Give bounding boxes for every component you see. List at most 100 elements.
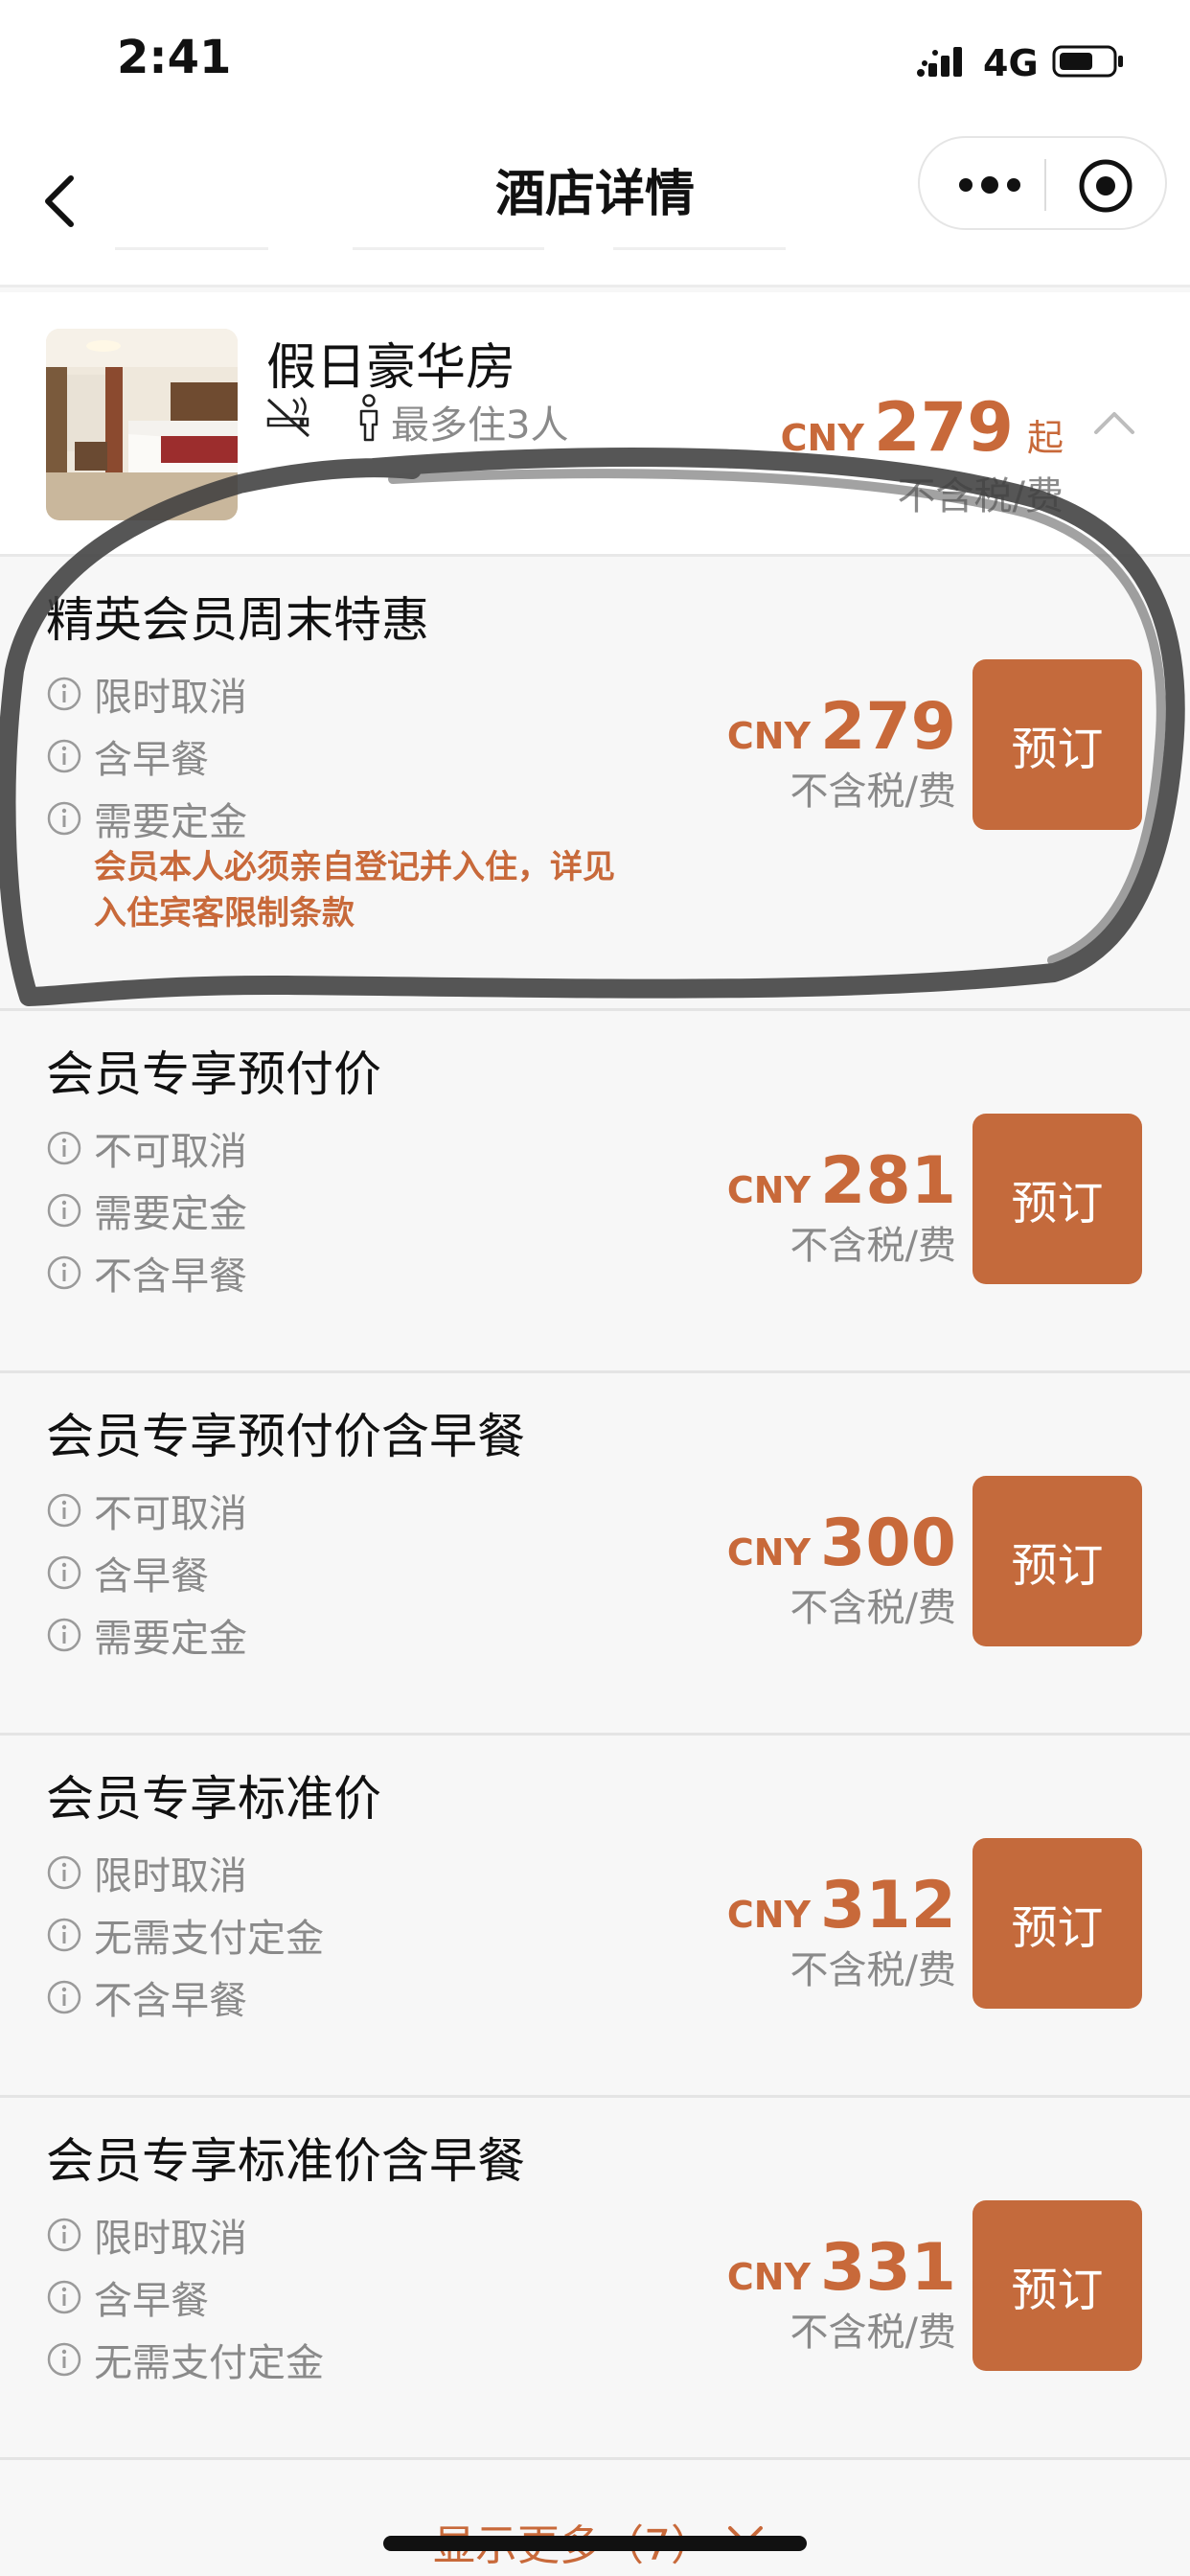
feature-item: 含早餐 xyxy=(46,2266,640,2328)
feature-item: 限时取消 xyxy=(46,2203,640,2266)
feature-text: 无需支付定金 xyxy=(94,2340,324,2385)
info-icon xyxy=(47,801,81,835)
feature-text: 不可取消 xyxy=(94,1129,247,1174)
rate-price: CNY 312 xyxy=(727,1868,956,1944)
book-button[interactable]: 预订 xyxy=(973,659,1142,830)
room-photo[interactable] xyxy=(46,329,238,520)
member-checkin-notice[interactable]: 会员本人必须亲自登记并入住，详见入住宾客限制条款 xyxy=(94,844,630,936)
info-icon xyxy=(47,1193,81,1227)
feature-item: 限时取消 xyxy=(46,1841,640,1903)
feature-item: 不可取消 xyxy=(46,1479,640,1541)
rate-features: 不可取消 含早餐 需要定金 xyxy=(46,1479,640,1666)
price-value: 331 xyxy=(820,2230,956,2306)
info-icon xyxy=(47,1255,81,1289)
feature-item: 不含早餐 xyxy=(46,1966,640,2028)
faded-tab-line xyxy=(353,247,544,250)
info-icon xyxy=(47,2280,81,2313)
info-icon xyxy=(47,1493,81,1527)
person-icon xyxy=(359,394,378,442)
currency-label: CNY xyxy=(726,1894,812,1936)
info-icon xyxy=(47,677,81,710)
book-button[interactable]: 预订 xyxy=(973,2200,1142,2371)
price-value: 312 xyxy=(820,1868,956,1944)
nav-bar: 酒店详情 xyxy=(0,126,1190,288)
feature-text: 限时取消 xyxy=(94,1853,247,1898)
rate-title: 会员专享标准价 xyxy=(46,1771,381,1827)
chevron-up-icon[interactable] xyxy=(1092,409,1136,436)
rate-features: 限时取消 无需支付定金 不含早餐 xyxy=(46,1841,640,2028)
rate-features: 限时取消 含早餐 无需支付定金 xyxy=(46,2203,640,2390)
rate-features: 不可取消 需要定金 不含早餐 xyxy=(46,1116,640,1303)
info-icon xyxy=(47,2342,81,2376)
info-icon xyxy=(47,1980,81,2013)
currency-label: CNY xyxy=(780,417,864,459)
info-icon xyxy=(47,1618,81,1651)
tax-note: 不含税/费 xyxy=(790,1948,956,1992)
capsule-divider xyxy=(1044,159,1046,211)
price-value: 300 xyxy=(820,1506,956,1581)
no-smoking-icon xyxy=(266,397,310,438)
price-suffix: 起 xyxy=(1026,417,1064,459)
feature-text: 需要定金 xyxy=(94,1616,247,1661)
book-button[interactable]: 预订 xyxy=(973,1476,1142,1646)
rate-price: CNY 281 xyxy=(727,1143,956,1219)
faded-tab-line xyxy=(115,247,268,250)
feature-item: 需要定金 xyxy=(46,1603,640,1666)
feature-item: 不可取消 xyxy=(46,1116,640,1179)
currency-label: CNY xyxy=(726,715,812,757)
faded-tab-line xyxy=(613,247,786,250)
rate-price: CNY 279 xyxy=(727,689,956,765)
book-button[interactable]: 预订 xyxy=(973,1838,1142,2009)
room-name: 假日豪华房 xyxy=(266,339,516,397)
info-icon xyxy=(47,1131,81,1164)
room-header[interactable]: 假日豪华房 最多住3人 CNY 279 起 不含税/费 xyxy=(0,292,1190,557)
rate-row: 会员专享标准价 限时取消 无需支付定金 不含早餐 CNY 312 不含税/费 预订 xyxy=(0,1736,1190,2098)
feature-text: 需要定金 xyxy=(94,799,247,844)
rate-title: 会员专享预付价 xyxy=(46,1046,381,1102)
rate-row: 会员专享预付价含早餐 不可取消 含早餐 需要定金 CNY 300 不含税/费 预订 xyxy=(0,1373,1190,1736)
currency-label: CNY xyxy=(726,1169,812,1211)
cellular-signal-icon xyxy=(917,47,962,77)
network-type: 4G xyxy=(983,42,1039,84)
feature-item: 需要定金 xyxy=(46,787,640,849)
price-value: 279 xyxy=(873,388,1014,467)
info-icon xyxy=(47,1555,81,1589)
feature-text: 含早餐 xyxy=(94,2278,209,2323)
feature-text: 含早餐 xyxy=(94,737,209,782)
price-value: 281 xyxy=(820,1143,956,1219)
feature-item: 无需支付定金 xyxy=(46,1903,640,1966)
currency-label: CNY xyxy=(726,1531,812,1574)
info-icon xyxy=(47,1918,81,1951)
max-occupancy: 最多住3人 xyxy=(391,403,569,448)
status-bar: 2:41 4G xyxy=(0,0,1190,126)
tax-note: 不含税/费 xyxy=(790,1224,956,1268)
rate-price: CNY 300 xyxy=(727,1506,956,1581)
info-icon xyxy=(47,739,81,772)
feature-text: 无需支付定金 xyxy=(94,1916,324,1961)
feature-text: 不含早餐 xyxy=(94,1978,247,2023)
feature-item: 需要定金 xyxy=(46,1179,640,1241)
home-indicator[interactable] xyxy=(383,2536,807,2551)
rate-title: 精英会员周末特惠 xyxy=(46,592,429,648)
more-dots-icon[interactable] xyxy=(954,163,1025,207)
rate-price: CNY 331 xyxy=(727,2230,956,2306)
feature-text: 需要定金 xyxy=(94,1191,247,1236)
info-icon xyxy=(47,2218,81,2251)
tax-note: 不含税/费 xyxy=(897,474,1064,518)
feature-item: 限时取消 xyxy=(46,662,640,724)
currency-label: CNY xyxy=(726,2256,812,2298)
feature-text: 含早餐 xyxy=(94,1553,209,1598)
tax-note: 不含税/费 xyxy=(790,2311,956,2355)
info-icon xyxy=(47,1855,81,1889)
rate-row: 会员专享标准价含早餐 限时取消 含早餐 无需支付定金 CNY 331 不含税/费 … xyxy=(0,2098,1190,2460)
book-button[interactable]: 预订 xyxy=(973,1114,1142,1284)
status-time: 2:41 xyxy=(117,31,232,84)
room-min-price: CNY 279 起 xyxy=(781,388,1064,467)
feature-text: 限时取消 xyxy=(94,2216,247,2261)
tax-note: 不含税/费 xyxy=(790,1586,956,1630)
feature-text: 不可取消 xyxy=(94,1491,247,1536)
target-icon[interactable] xyxy=(1077,157,1134,215)
feature-text: 不含早餐 xyxy=(94,1254,247,1299)
battery-icon xyxy=(1052,45,1123,78)
rate-row: 会员专享预付价 不可取消 需要定金 不含早餐 CNY 281 不含税/费 预订 xyxy=(0,1011,1190,1373)
